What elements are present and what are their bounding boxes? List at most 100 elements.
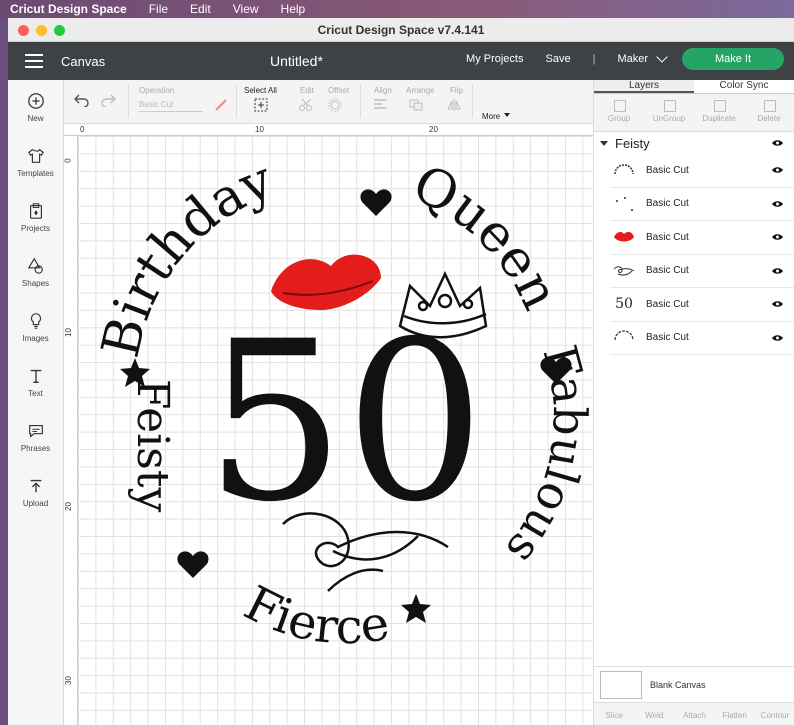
layer-thumbnail (610, 160, 638, 180)
layer-item[interactable]: Basic Cut (610, 154, 794, 188)
rail-shapes[interactable]: Shapes (8, 245, 63, 300)
slice-button[interactable]: Slice (594, 703, 634, 725)
chevron-down-icon (656, 51, 668, 63)
machine-select[interactable]: Maker (617, 51, 668, 65)
align-icon[interactable] (372, 98, 390, 112)
layers-panel: Layers Color Sync Group UnGroup Duplicat… (593, 80, 794, 725)
canvas-swatch[interactable] (600, 670, 642, 699)
menu-file[interactable]: File (149, 2, 168, 16)
ruler-tick-label: 10 (63, 328, 73, 337)
group-name: Feisty (615, 135, 650, 151)
header-divider: | (592, 53, 596, 65)
scissors-icon[interactable] (298, 98, 316, 112)
layer-item[interactable]: Basic Cut (610, 322, 794, 355)
rail-upload[interactable]: Upload (8, 465, 63, 520)
layer-name: Basic Cut (646, 231, 689, 243)
eye-icon[interactable] (771, 233, 784, 241)
hamburger-menu-icon[interactable] (25, 50, 43, 72)
caret-down-icon (504, 113, 510, 117)
more-menu[interactable]: More (482, 112, 500, 121)
heart-icon (177, 551, 209, 578)
rail-projects[interactable]: Projects (8, 190, 63, 245)
document-title[interactable]: Untitled* (270, 53, 323, 69)
arc-text-feisty[interactable]: Feisty (127, 379, 178, 512)
rail-label: Text (28, 389, 43, 398)
rail-phrases[interactable]: Phrases (8, 410, 63, 465)
layer-name: Basic Cut (646, 198, 689, 210)
layer-name: Basic Cut (646, 164, 689, 176)
app-menu[interactable]: Cricut Design Space (10, 2, 127, 16)
eye-icon[interactable] (771, 139, 784, 147)
arc-text-fierce[interactable]: Fierce (236, 575, 393, 655)
eye-icon[interactable] (771, 166, 784, 174)
tab-color-sync[interactable]: Color Sync (694, 80, 794, 93)
machine-label: Maker (617, 53, 648, 65)
group-button[interactable]: Group (594, 94, 644, 131)
select-all-label[interactable]: Select All (244, 86, 277, 95)
flip-icon[interactable] (446, 98, 464, 112)
operation-select[interactable]: Basic Cut (139, 100, 203, 112)
select-all-icon[interactable] (254, 98, 268, 112)
duplicate-button[interactable]: Duplicate (694, 94, 744, 131)
layer-name: Basic Cut (646, 332, 689, 344)
text-icon (30, 369, 41, 383)
menu-view[interactable]: View (233, 2, 259, 16)
blank-canvas-row[interactable]: Blank Canvas (594, 666, 794, 702)
design-canvas[interactable]: Birthday Queen Fabulous Fierce Feisty (78, 136, 593, 725)
ruler-tick-label: 20 (429, 125, 438, 134)
rail-label: Shapes (21, 279, 50, 288)
arrange-icon[interactable] (408, 98, 426, 112)
ruler-horizontal: 0 10 20 (64, 124, 593, 136)
layer-item[interactable]: Basic Cut (610, 188, 794, 221)
arc-text-fabulous[interactable]: Fabulous (496, 340, 593, 576)
rail-new[interactable]: New (8, 80, 63, 135)
layer-item[interactable]: Basic Cut (610, 221, 794, 255)
birthday-design[interactable]: Birthday Queen Fabulous Fierce Feisty (78, 136, 593, 725)
layer-thumbnail (610, 194, 638, 214)
fifty-number[interactable]: 50 (205, 294, 485, 550)
ungroup-button[interactable]: UnGroup (644, 94, 694, 131)
title-bar: Cricut Design Space v7.4.141 (8, 18, 794, 42)
rail-label: New (27, 114, 44, 123)
left-rail: New Templates Projects Shapes Images Tex… (8, 80, 64, 725)
rail-images[interactable]: Images (8, 300, 63, 355)
save-button[interactable]: Save (546, 53, 571, 65)
pen-color-icon[interactable] (214, 98, 228, 112)
rail-text[interactable]: Text (8, 355, 63, 410)
menu-help[interactable]: Help (281, 2, 306, 16)
eye-icon[interactable] (771, 267, 784, 275)
app-window: Cricut Design Space v7.4.141 Canvas Unti… (8, 18, 794, 725)
redo-icon[interactable] (100, 93, 116, 107)
blank-canvas-label: Blank Canvas (650, 679, 706, 690)
star-icon (401, 594, 431, 623)
attach-button[interactable]: Attach (674, 703, 714, 725)
caret-down-icon[interactable] (600, 140, 608, 146)
layer-item[interactable]: Basic Cut (610, 255, 794, 288)
tab-layers[interactable]: Layers (594, 80, 694, 93)
layer-group[interactable]: Feisty (594, 132, 794, 154)
eye-icon[interactable] (771, 300, 784, 308)
undo-icon[interactable] (74, 93, 90, 107)
heart-icon (360, 189, 392, 216)
plus-circle-icon (27, 93, 44, 109)
section-title: Canvas (61, 53, 106, 69)
eye-icon[interactable] (771, 334, 784, 342)
offset-icon[interactable] (328, 98, 346, 112)
upload-icon (30, 479, 41, 493)
my-projects-link[interactable]: My Projects (466, 53, 523, 65)
rail-templates[interactable]: Templates (8, 135, 63, 190)
layer-item[interactable]: 50 Basic Cut (610, 288, 794, 322)
edit-label: Edit (300, 86, 314, 95)
ruler-tick-label: 20 (63, 502, 73, 511)
window-title: Cricut Design Space v7.4.141 (317, 23, 485, 37)
rail-label: Images (22, 334, 49, 343)
contour-button[interactable]: Contour (755, 703, 794, 725)
eye-icon[interactable] (771, 200, 784, 208)
make-it-button[interactable]: Make It (682, 48, 784, 70)
menu-edit[interactable]: Edit (190, 2, 211, 16)
weld-button[interactable]: Weld (634, 703, 674, 725)
flatten-button[interactable]: Flatten (715, 703, 755, 725)
delete-button[interactable]: Delete (744, 94, 794, 131)
bulb-icon (30, 313, 41, 329)
rail-label: Projects (21, 224, 50, 233)
